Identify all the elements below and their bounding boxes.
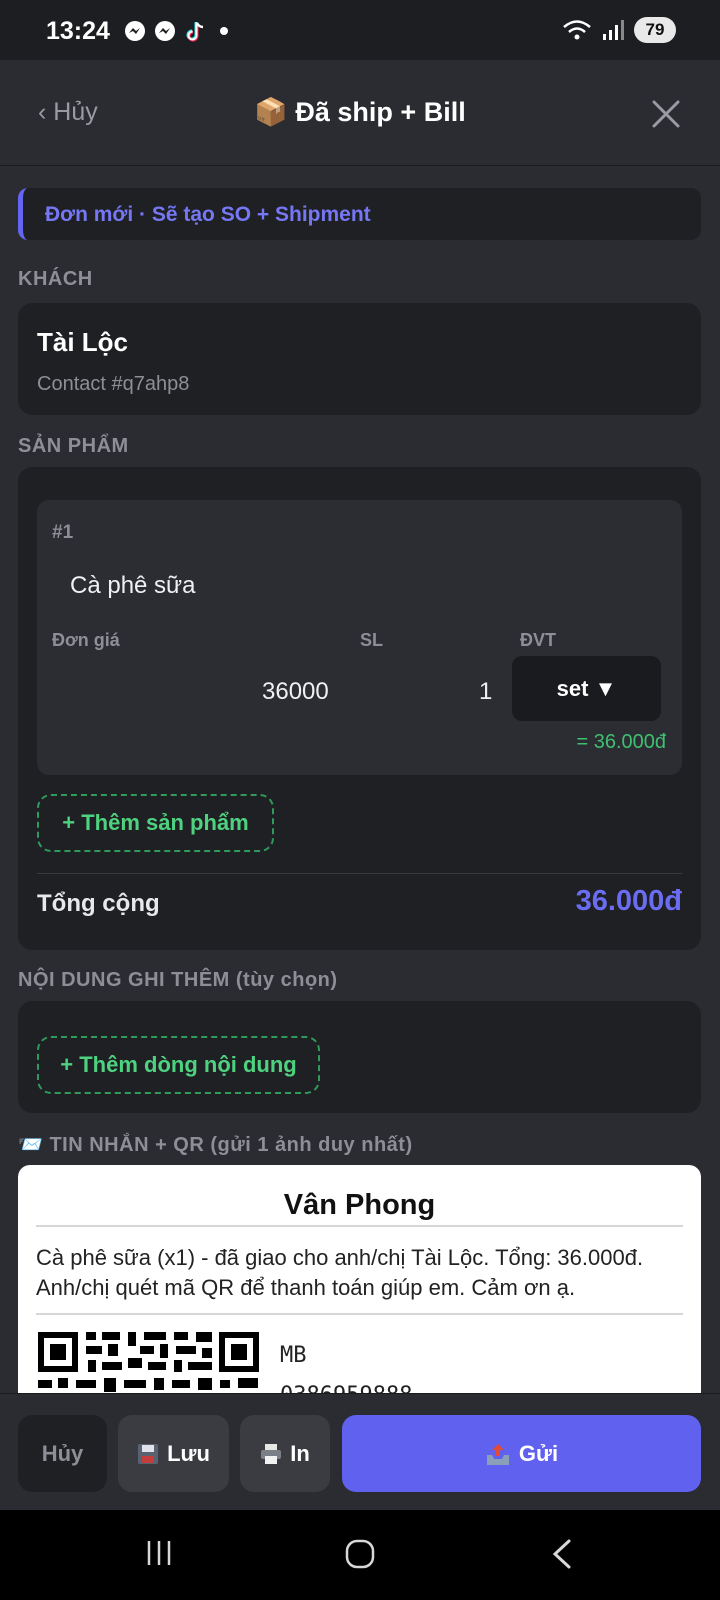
message-preview: Vân Phong Cà phê sữa (x1) - đã giao cho … — [18, 1165, 701, 1395]
add-product-button[interactable]: + Thêm sản phẩm — [37, 794, 274, 852]
signal-icon — [603, 20, 624, 40]
product-item: #1 Cà phê sữa Đơn giá SL ĐVT 36000 1 set… — [37, 500, 682, 775]
banner-text: Đơn mới · Sẽ tạo SO + Shipment — [45, 203, 371, 226]
cancel-button[interactable]: Hủy — [18, 1415, 107, 1492]
cancel-button-label: Hủy — [41, 1440, 84, 1466]
quantity-input[interactable]: 1 — [479, 678, 492, 706]
action-bar: Hủy Lưu In Gửi — [0, 1393, 720, 1510]
battery-indicator: 79 — [634, 17, 676, 43]
product-name-field[interactable]: Cà phê sữa — [70, 572, 195, 600]
floppy-disk-icon — [138, 1443, 159, 1464]
price-input[interactable]: 36000 — [262, 678, 329, 706]
line-total: = 36.000đ — [576, 731, 666, 753]
printer-icon — [261, 1443, 282, 1464]
outbox-tray-icon — [486, 1443, 509, 1465]
message-text: Cà phê sữa (x1) - đã giao cho anh/chị Tà… — [36, 1245, 644, 1300]
products-card: #1 Cà phê sữa Đơn giá SL ĐVT 36000 1 set… — [18, 467, 701, 950]
print-button[interactable]: In — [240, 1415, 330, 1492]
back-icon[interactable] — [550, 1538, 574, 1570]
wifi-icon — [563, 20, 591, 40]
qr-code-image — [36, 1330, 261, 1395]
customer-section-label: KHÁCH — [18, 268, 93, 290]
notes-card: + Thêm dòng nội dung — [18, 1001, 701, 1113]
save-button[interactable]: Lưu — [118, 1415, 229, 1492]
print-button-label: In — [290, 1440, 310, 1466]
total-label: Tổng cộng — [37, 890, 160, 917]
total-value: 36.000đ — [575, 885, 682, 917]
system-icons: 79 — [562, 17, 676, 43]
qty-label: SL — [360, 630, 384, 650]
add-note-line-button[interactable]: + Thêm dòng nội dung — [37, 1036, 320, 1094]
recent-apps-icon[interactable] — [144, 1538, 174, 1568]
divider — [37, 873, 682, 874]
products-section-label: SẢN PHẨM — [18, 435, 129, 457]
send-button[interactable]: Gửi — [342, 1415, 701, 1492]
customer-name: Tài Lộc — [37, 327, 129, 357]
customer-contact: Contact #q7ahp8 — [37, 373, 190, 395]
notes-section-label: NỘI DUNG GHI THÊM (tùy chọn) — [18, 969, 338, 991]
save-button-label: Lưu — [167, 1440, 210, 1466]
modal-header: ‹ Hủy 📦 Đã ship + Bill — [0, 60, 720, 166]
item-number: #1 — [52, 522, 74, 543]
tiktok-icon — [186, 22, 204, 42]
unit-select[interactable]: set ▼ — [512, 656, 661, 721]
message-section-label: 📨 TIN NHẮN + QR (gửi 1 ảnh duy nhất) — [18, 1134, 413, 1156]
divider — [36, 1313, 683, 1315]
customer-card[interactable]: Tài Lộc Contact #q7ahp8 — [18, 303, 701, 415]
system-navigation-bar — [0, 1510, 720, 1600]
send-button-label: Gửi — [518, 1440, 559, 1466]
home-icon[interactable] — [344, 1538, 376, 1570]
messenger-icon — [155, 21, 175, 41]
page-title: 📦 Đã ship + Bill — [254, 97, 466, 127]
more-notifications-dot — [220, 27, 228, 35]
unit-label: ĐVT — [520, 630, 556, 650]
divider — [36, 1225, 683, 1227]
notification-icons — [124, 20, 228, 42]
price-label: Đơn giá — [52, 630, 120, 650]
close-icon[interactable] — [650, 98, 682, 130]
new-order-banner: Đơn mới · Sẽ tạo SO + Shipment — [18, 188, 701, 240]
status-time: 13:24 — [46, 17, 110, 45]
messenger-icon — [125, 21, 145, 41]
shop-name: Vân Phong — [283, 1189, 436, 1221]
bank-name: MB — [280, 1343, 307, 1368]
status-bar: 13:24 79 — [0, 0, 720, 60]
